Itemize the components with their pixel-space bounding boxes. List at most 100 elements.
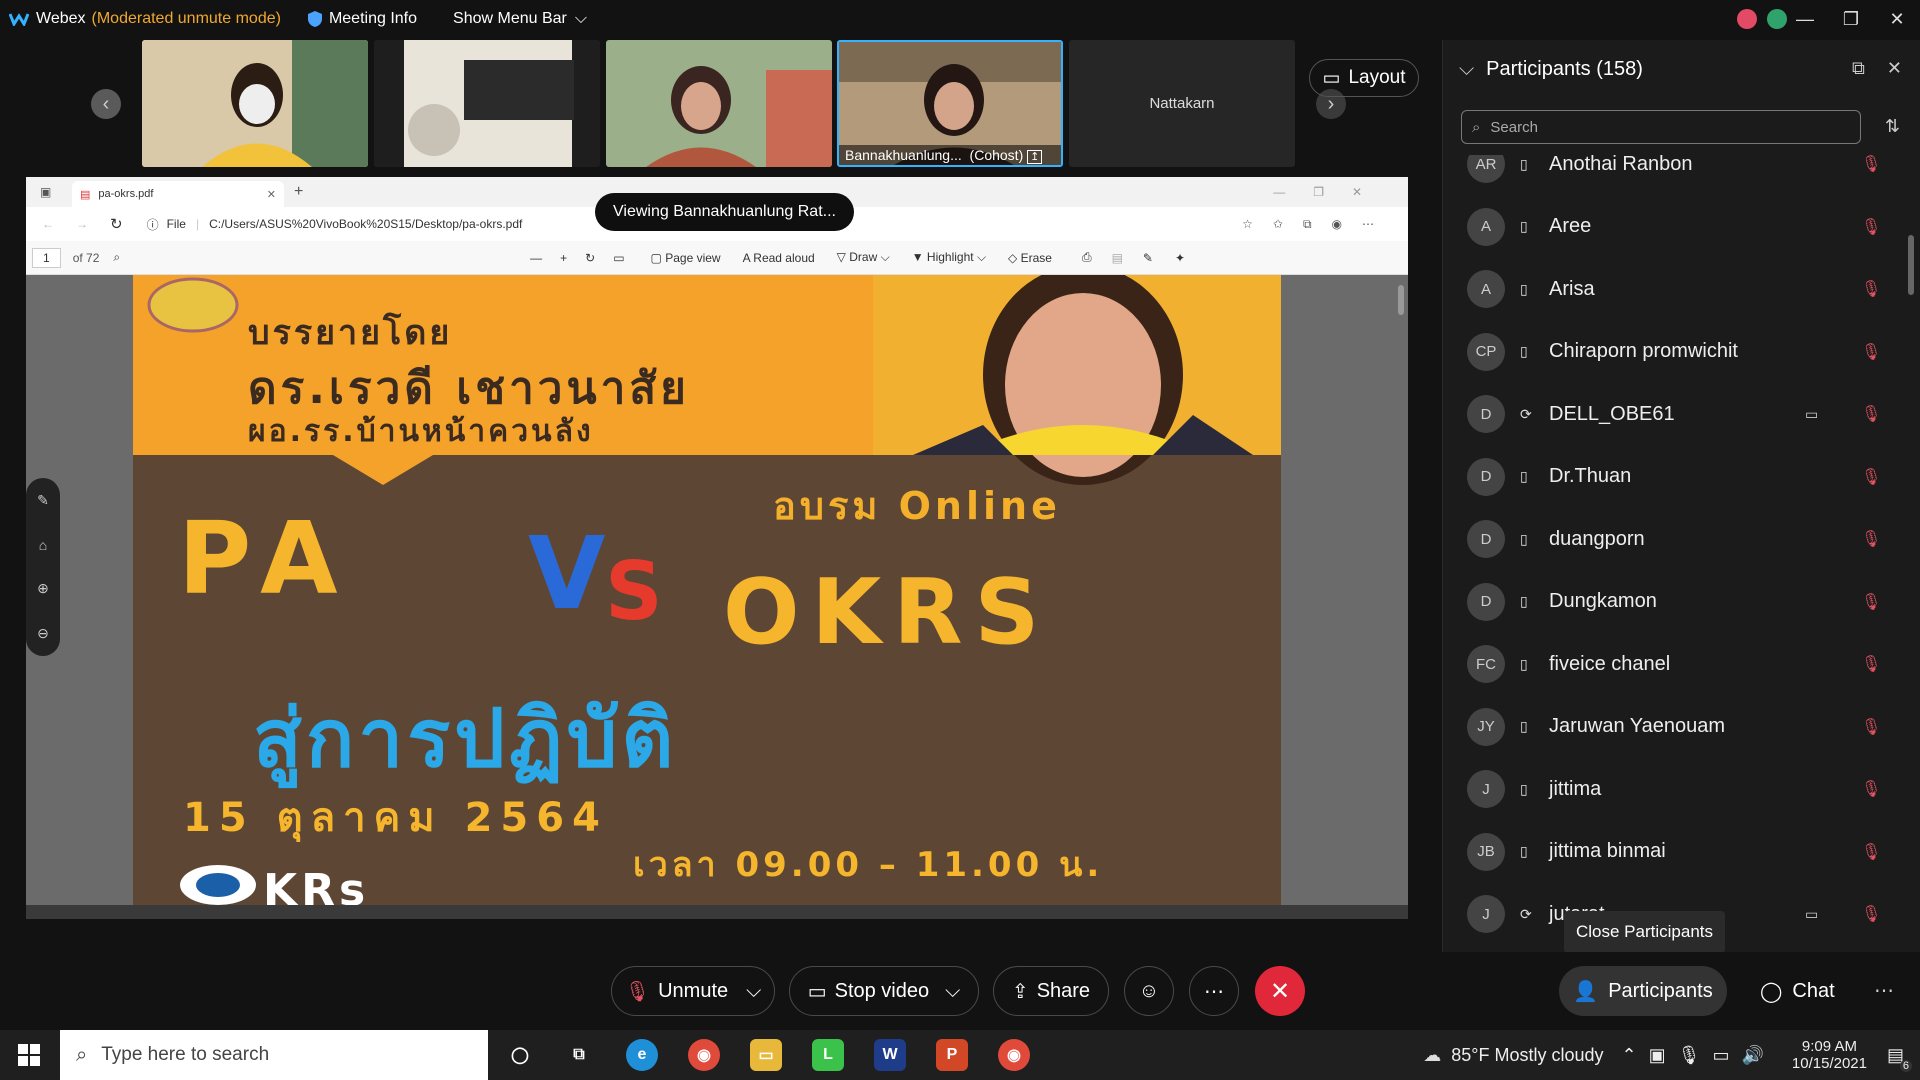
taskbar-search-input[interactable]: ⌕ Type here to search (60, 1030, 488, 1080)
more-panels-icon[interactable]: ⋯ (1874, 978, 1894, 1003)
browser-window-controls[interactable]: —❐✕ (1273, 185, 1390, 199)
leave-meeting-button[interactable]: ✕ (1255, 966, 1305, 1016)
powerpoint-icon[interactable]: P (936, 1039, 968, 1071)
clock[interactable]: 9:09 AM 10/15/2021 (1792, 1038, 1867, 1072)
participant-row[interactable]: D ▯ Dungkamon 🎙 (1443, 571, 1903, 633)
cortana-icon[interactable]: ◯ (504, 1039, 536, 1071)
participant-row[interactable]: A ▯ Aree 🎙 (1443, 196, 1903, 258)
browser-tab[interactable]: ▤ pa-okrs.pdf ✕ (72, 181, 284, 207)
save-as-icon[interactable]: ✎ (1143, 251, 1153, 265)
draw-button[interactable]: ▽ Draw ⌵ (837, 250, 890, 265)
video-thumbnail[interactable] (142, 40, 368, 167)
thumbnails-prev-button[interactable]: ‹ (91, 89, 121, 119)
participant-row[interactable]: D ▯ Dr.Thuan 🎙 (1443, 446, 1903, 508)
line-icon[interactable]: L (812, 1039, 844, 1071)
layout-button[interactable]: ▭ Layout (1309, 59, 1419, 97)
muted-mic-icon[interactable]: 🎙 (1861, 592, 1881, 612)
participant-row[interactable]: A ▯ Arisa 🎙 (1443, 258, 1903, 320)
task-view-icon[interactable]: ⧉ (563, 1039, 595, 1071)
erase-button[interactable]: ◇ Erase (1008, 251, 1052, 265)
browser-toolbar-icons[interactable]: ☆✩⧉◉⋯ (1242, 217, 1394, 232)
restore-icon[interactable]: ❐ (1828, 9, 1874, 30)
video-thumbnail[interactable] (606, 40, 832, 167)
pop-out-icon[interactable]: ⧉ (1852, 58, 1865, 79)
pin-icon[interactable]: ✦ (1175, 251, 1185, 265)
muted-mic-icon[interactable]: 🎙 (1861, 279, 1881, 299)
highlight-button[interactable]: ▼ Highlight ⌵ (912, 250, 986, 265)
weather-text[interactable]: 85°F Mostly cloudy (1451, 1045, 1603, 1066)
participant-row[interactable]: JY ▯ Jaruwan Yaenouam 🎙 (1443, 696, 1903, 758)
meeting-info-button[interactable]: Meeting Info (307, 10, 417, 28)
edge-icon[interactable]: e (626, 1039, 658, 1071)
weather-icon[interactable]: ☁ (1423, 1045, 1441, 1066)
chevron-down-icon[interactable]: ⌵ (1459, 58, 1474, 81)
zoom-out-icon[interactable]: — (530, 251, 542, 265)
muted-mic-icon[interactable]: 🎙 (1861, 404, 1881, 424)
muted-mic-icon[interactable]: 🎙 (1861, 842, 1881, 862)
save-icon[interactable]: ▤ (1112, 251, 1123, 265)
participants-scrollbar[interactable] (1908, 235, 1914, 295)
minimize-icon[interactable]: — (1782, 9, 1828, 30)
participants-button[interactable]: 👤 Participants (1559, 966, 1727, 1016)
close-tab-icon[interactable]: ✕ (267, 188, 276, 201)
video-thumbnail-active-speaker[interactable]: Bannakhuanlung... (Cohost) ↥ (837, 40, 1063, 167)
page-number-input[interactable]: 1 (32, 247, 61, 268)
show-menu-bar-button[interactable]: Show Menu Bar ⌵ (453, 10, 587, 28)
tab-actions-icon[interactable]: ▣ (40, 185, 51, 199)
rotate-icon[interactable]: ↻ (585, 251, 595, 265)
file-explorer-icon[interactable]: ▭ (750, 1039, 782, 1071)
zoom-out-icon[interactable]: ⊖ (37, 625, 49, 642)
chevron-down-icon[interactable]: ⌵ (746, 980, 761, 1003)
share-button[interactable]: ⇪ Share (993, 966, 1109, 1016)
remote-control-icon[interactable]: ⌂ (39, 537, 47, 553)
participants-header[interactable]: ⌵ Participants (158) (1459, 58, 1643, 81)
zoom-in-icon[interactable]: + (560, 251, 567, 265)
muted-mic-icon[interactable]: 🎙 (1861, 217, 1881, 237)
sort-icon[interactable]: ⇅ (1885, 116, 1900, 137)
participant-row[interactable]: FC ▯ fiveice chanel 🎙 (1443, 633, 1903, 695)
video-thumbnail[interactable] (374, 40, 600, 167)
windows-start-icon[interactable] (18, 1044, 40, 1071)
participant-row[interactable]: D ⟳ DELL_OBE61 ▭ 🎙 (1443, 383, 1903, 445)
close-window-icon[interactable]: ✕ (1874, 9, 1920, 30)
pdf-scrollbar[interactable] (1398, 285, 1404, 315)
stop-video-button[interactable]: ▭ Stop video ⌵ (789, 966, 979, 1016)
muted-mic-icon[interactable]: 🎙 (1861, 529, 1881, 549)
participant-row[interactable]: JB ▯ jittima binmai 🎙 (1443, 821, 1903, 883)
more-options-button[interactable]: ⋯ (1189, 966, 1239, 1016)
refresh-icon[interactable]: ↻ (110, 215, 123, 233)
muted-mic-icon[interactable]: 🎙 (1861, 654, 1881, 674)
muted-mic-icon[interactable]: 🎙 (1861, 779, 1881, 799)
zoom-in-icon[interactable]: ⊕ (37, 580, 49, 597)
fit-icon[interactable]: ▭ (613, 251, 624, 265)
muted-mic-icon[interactable]: 🎙 (1861, 467, 1881, 487)
close-panel-icon[interactable]: ✕ (1887, 58, 1902, 79)
tray-icons[interactable]: ⌃▣🎙▭🔊 (1622, 1045, 1776, 1066)
reactions-button[interactable]: ☺ (1124, 966, 1174, 1016)
participants-search-input[interactable]: ⌕ Search (1461, 110, 1861, 144)
notifications-icon[interactable]: ▤ 6 (1887, 1045, 1912, 1072)
participant-row[interactable]: CP ▯ Chiraporn promwichit 🎙 (1443, 321, 1903, 383)
pdf-search-icon[interactable]: ⌕ (113, 250, 120, 265)
print-icon[interactable]: ⎙ (1082, 250, 1092, 265)
muted-mic-icon[interactable]: 🎙 (1861, 342, 1881, 362)
chrome-profile-icon[interactable]: ◉ (998, 1039, 1030, 1071)
viewing-share-pill[interactable]: Viewing Bannakhuanlung Rat... (595, 193, 854, 231)
forward-icon[interactable]: → (76, 217, 88, 231)
participant-row[interactable]: AR ▯ Anothai Ranbon 🎙 (1443, 155, 1903, 195)
muted-mic-icon[interactable]: 🎙 (1861, 904, 1881, 924)
muted-mic-icon[interactable]: 🎙 (1861, 717, 1881, 737)
recording-icon[interactable] (1737, 9, 1757, 29)
new-tab-icon[interactable]: + (294, 183, 303, 201)
participant-row[interactable]: J ▯ jittima 🎙 (1443, 758, 1903, 820)
unmute-button[interactable]: 🎙 Unmute ⌵ (611, 966, 775, 1016)
read-aloud-button[interactable]: A Read aloud (743, 251, 815, 265)
annotate-icon[interactable]: ✎ (37, 492, 49, 509)
back-icon[interactable]: ← (42, 217, 54, 231)
page-view-button[interactable]: ▢ Page view (651, 251, 721, 265)
video-thumbnail-no-video[interactable]: Nattakarn (1069, 40, 1295, 167)
webex-icon[interactable]: W (874, 1039, 906, 1071)
url-text[interactable]: C:/Users/ASUS%20VivoBook%20S15/Desktop/p… (209, 217, 522, 231)
chat-button[interactable]: ◯ Chat (1760, 966, 1835, 1016)
participant-row[interactable]: D ▯ duangporn 🎙 (1443, 508, 1903, 570)
